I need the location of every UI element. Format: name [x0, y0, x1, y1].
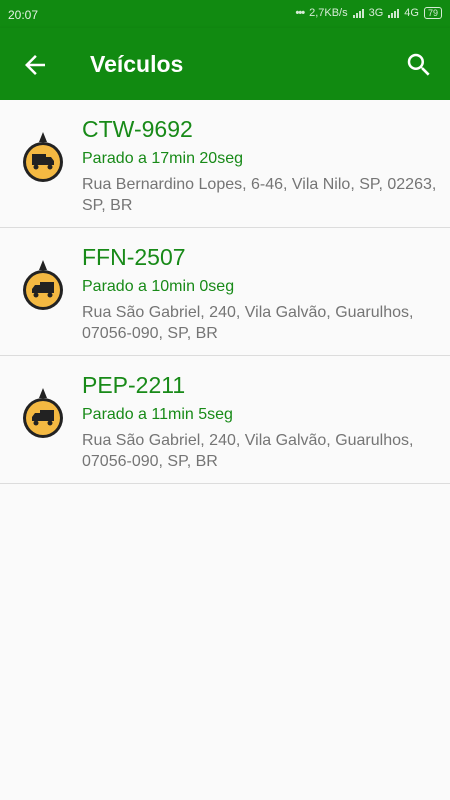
network-speed: 2,7KB/s	[309, 7, 348, 19]
list-item[interactable]: CTW-9692 Parado a 17min 20seg Rua Bernar…	[0, 100, 450, 228]
arrow-back-icon[interactable]	[20, 50, 50, 80]
vehicle-status: Parado a 17min 20seg	[82, 150, 243, 167]
vehicle-address: Rua São Gabriel, 240, Vila Galvão, Guaru…	[82, 432, 414, 470]
vehicle-address: Rua Bernardino Lopes, 6-46, Vila Nilo, S…	[82, 176, 437, 214]
battery-icon: 79	[423, 7, 442, 19]
truck-marker-icon	[23, 388, 63, 438]
vehicle-list: CTW-9692 Parado a 17min 20seg Rua Bernar…	[0, 100, 450, 484]
vehicle-status: Parado a 10min 0seg	[82, 278, 235, 295]
signal-icon-2	[388, 8, 400, 18]
vehicle-plate: FFN-2507	[82, 244, 186, 270]
status-bar: 20:07 ••• 2,7KB/s 3G 4G 79	[0, 0, 450, 28]
page-title: Veículos	[90, 51, 184, 77]
list-item[interactable]: FFN-2507 Parado a 10min 0seg Rua São Gab…	[0, 228, 450, 356]
vehicle-plate: PEP-2211	[82, 372, 186, 398]
list-item[interactable]: PEP-2211 Parado a 11min 5seg Rua São Gab…	[0, 356, 450, 484]
signal-icon	[352, 8, 364, 18]
vehicle-address: Rua São Gabriel, 240, Vila Galvão, Guaru…	[82, 304, 414, 342]
vehicle-status: Parado a 11min 5seg	[82, 406, 233, 423]
vehicle-plate: CTW-9692	[82, 116, 193, 142]
network-type-4g: 4G	[404, 7, 419, 19]
network-type-3g: 3G	[368, 7, 384, 19]
status-indicators: ••• 2,7KB/s 3G 4G 79	[296, 7, 442, 19]
truck-marker-icon	[23, 260, 63, 310]
truck-marker-icon	[23, 132, 63, 182]
notification-dots-icon: •••	[295, 7, 306, 19]
clock: 20:07	[8, 8, 39, 22]
search-icon[interactable]	[404, 50, 434, 80]
app-bar: Veículos	[0, 28, 450, 100]
